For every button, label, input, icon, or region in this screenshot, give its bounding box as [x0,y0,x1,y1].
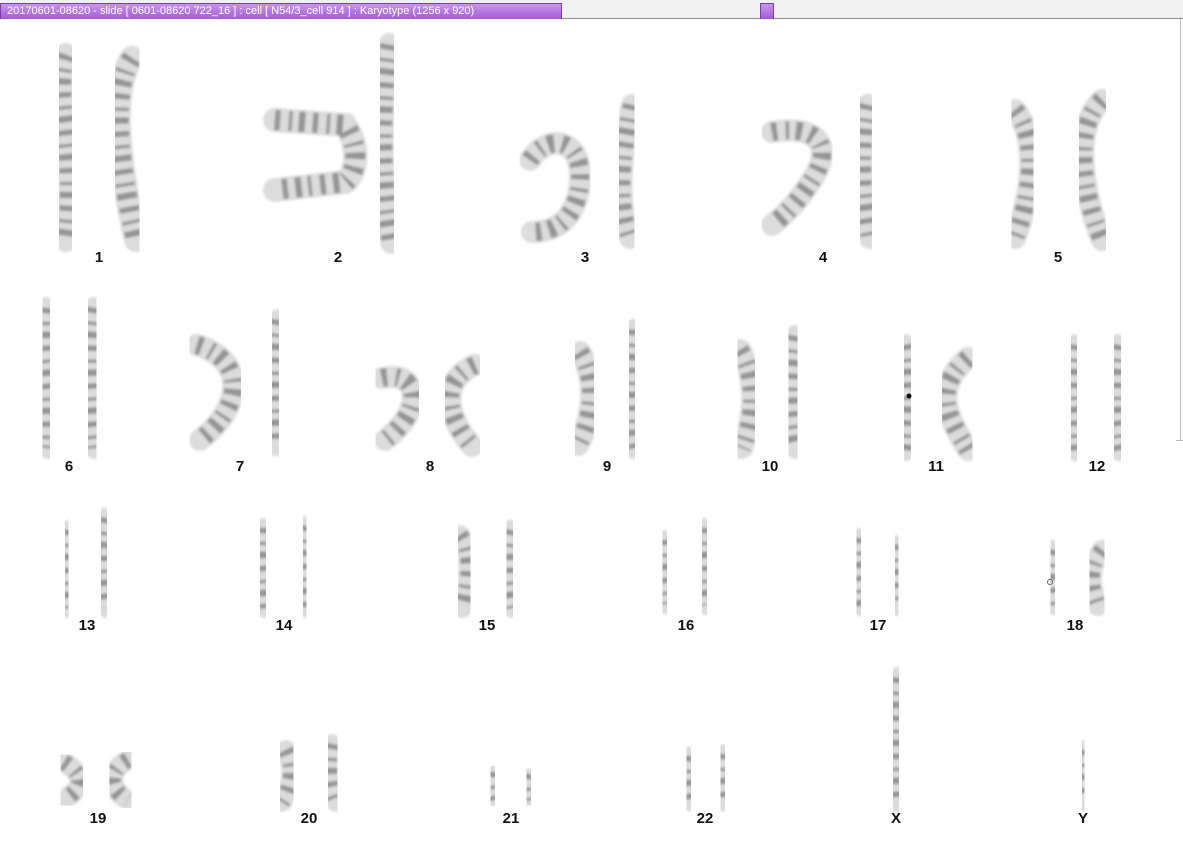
chromosome-label: 19 [90,810,107,827]
karyogram-panel: 1 2 3 4 5 6 7 8 9 10 11 12 13 14 15 16 1… [32,33,1131,827]
chromosome-pair-11[interactable]: 11 [894,334,979,475]
chromosome-label: 16 [678,617,695,634]
chromosome-pair-y[interactable]: Y [1072,740,1094,827]
chromosome-pair-2[interactable]: 2 [263,33,404,266]
chromosome-label: 12 [1089,458,1106,475]
chromosome-pair-x[interactable]: X [883,667,909,827]
chromosome-label: 13 [79,617,96,634]
chromosome-label: 22 [697,810,714,827]
chromosome-pair-14[interactable]: 14 [251,516,316,634]
chromosome-label: 17 [870,617,887,634]
chromosome-label: 20 [301,810,318,827]
chromosome-label: 1 [95,249,103,266]
chromosome-label: Y [1078,810,1088,827]
chromatid [32,297,60,459]
chromosome-label: 8 [426,458,434,475]
chromosome-pair-7[interactable]: 7 [186,309,289,475]
chromosome-pair-10[interactable]: 10 [729,325,807,475]
chromosome-pair-8[interactable]: 8 [371,354,486,475]
chromosome-pair-22[interactable]: 22 [677,744,734,827]
chromatid [761,119,833,236]
chromosome-pair-4[interactable]: 4 [761,94,881,266]
chromosome-pair-16[interactable]: 16 [653,518,716,634]
chromatid [847,528,870,616]
chromosome-label: 18 [1067,617,1084,634]
chromosome-pair-20[interactable]: 20 [272,734,346,827]
chromosome-label: 6 [65,458,73,475]
chromosome-label: 14 [276,617,293,634]
chromosome-label: 3 [581,249,589,266]
chromosome-pair-17[interactable]: 17 [847,528,908,634]
chromosome-pair-1[interactable]: 1 [49,43,148,266]
chromosome-pair-9[interactable]: 9 [567,319,645,475]
chromosome-pair-19[interactable]: 19 [54,750,138,827]
chromosome-label: 9 [603,458,611,475]
chromosome-pair-21[interactable]: 21 [481,762,540,827]
chromosome-label: 2 [334,249,342,266]
chromosome-label: 7 [236,458,244,475]
chromosome-label: 11 [928,458,944,475]
chromatid [78,297,106,459]
chromosome-pair-13[interactable]: 13 [55,508,116,634]
chromosome-pair-3[interactable]: 3 [519,94,643,266]
chromatid [1081,540,1112,616]
chromosome-pair-5[interactable]: 5 [1004,89,1113,266]
chromosome-label: 4 [819,249,828,266]
chromosome-label: 10 [762,458,779,475]
chromosome-pair-15[interactable]: 15 [450,520,522,634]
chromatid [885,535,908,616]
chromosome-label: X [891,810,901,827]
chromosome-pair-12[interactable]: 12 [1061,334,1131,475]
chromosome-label: 15 [479,617,496,634]
chromosome-label: 5 [1054,249,1062,266]
chromosome-pair-18[interactable]: 18 [1041,540,1112,634]
chromosome-pair-6[interactable]: 6 [32,297,106,475]
chromosome-label: 21 [503,810,520,827]
centromere-dot [906,393,912,399]
